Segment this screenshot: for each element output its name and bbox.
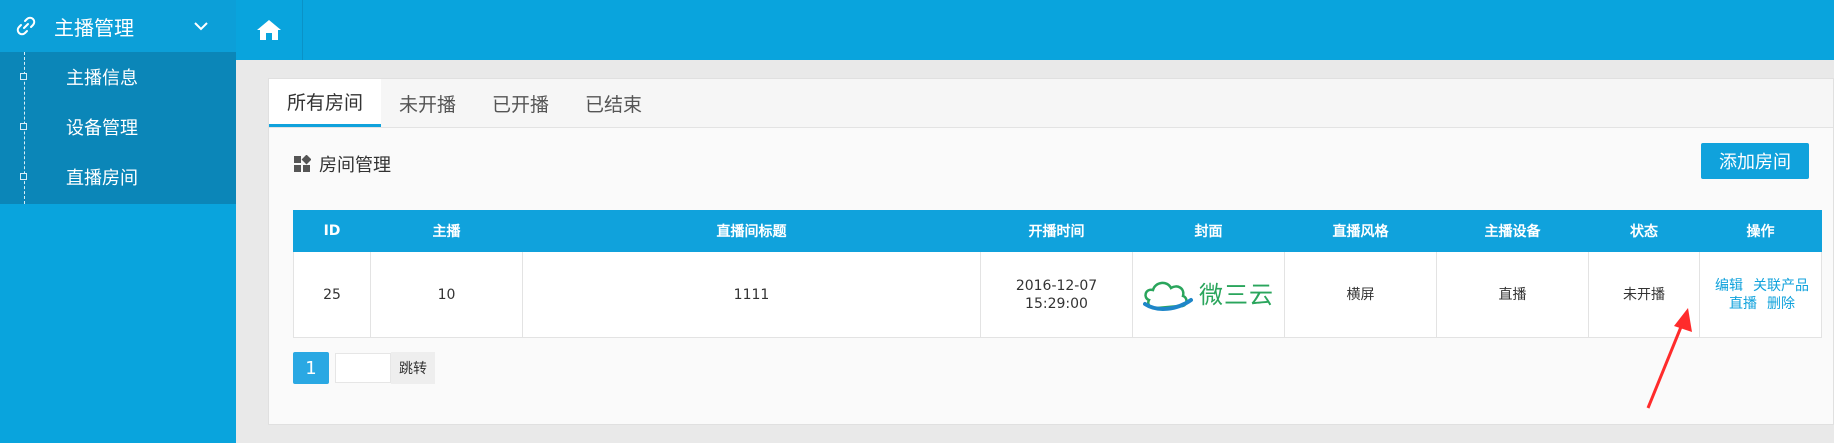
edit-link[interactable]: 编辑 — [1715, 278, 1743, 294]
sidebar-item-label: 主播信息 — [66, 68, 138, 89]
link-product-link[interactable]: 关联产品 — [1753, 278, 1809, 294]
column-header: 主播设备 — [1436, 210, 1589, 252]
chevron-down-icon — [192, 17, 210, 35]
cloud-logo-icon — [1143, 281, 1193, 311]
home-button[interactable] — [236, 0, 303, 60]
tree-node-icon — [20, 173, 27, 180]
cell-cover: 微三云 — [1132, 251, 1285, 338]
submenu: 主播信息 设备管理 直播房间 — [0, 52, 236, 204]
cell-title: 1111 — [522, 251, 981, 338]
tab-not-started[interactable]: 未开播 — [381, 79, 474, 127]
page-jump-input[interactable] — [335, 353, 391, 383]
rooms-table: ID 主播 直播间标题 开播时间 封面 直播风格 主播设备 状态 操作 25 1… — [293, 210, 1822, 338]
live-link[interactable]: 直播 — [1729, 296, 1757, 312]
sidebar-item-device-management[interactable]: 设备管理 — [0, 102, 236, 152]
column-header: ID — [293, 210, 371, 252]
tab-ended[interactable]: 已结束 — [567, 79, 660, 127]
column-header: 封面 — [1132, 210, 1285, 252]
column-header: 直播风格 — [1284, 210, 1437, 252]
column-header: 状态 — [1588, 210, 1700, 252]
sidebar: 主播管理 主播信息 设备管理 直播房间 — [0, 0, 236, 443]
start-time: 15:29:00 — [1025, 295, 1088, 312]
main-panel: 所有房间 未开播 已开播 已结束 房间管理 添加房间 ID 主播 直播间标题 开… — [268, 78, 1834, 425]
column-header: 操作 — [1699, 210, 1822, 252]
sidebar-item-label: 设备管理 — [66, 118, 138, 139]
column-header: 开播时间 — [980, 210, 1133, 252]
link-icon — [12, 12, 40, 40]
jump-button[interactable]: 跳转 — [391, 352, 435, 384]
pagination: 1 跳转 — [293, 352, 435, 384]
column-header: 直播间标题 — [522, 210, 981, 252]
column-header: 主播 — [370, 210, 523, 252]
tab-live[interactable]: 已开播 — [474, 79, 567, 127]
tab-bar: 所有房间 未开播 已开播 已结束 — [269, 79, 1833, 128]
tab-all-rooms[interactable]: 所有房间 — [269, 79, 382, 127]
sidebar-item-anchor-info[interactable]: 主播信息 — [0, 52, 236, 102]
section-header: 房间管理 — [293, 151, 391, 177]
grid-icon — [294, 155, 311, 172]
page-button-current[interactable]: 1 — [293, 352, 329, 384]
annotation-arrow-icon — [1646, 308, 1692, 409]
cell-id: 25 — [293, 251, 371, 338]
table-row: 25 10 1111 2016-12-07 15:29:00 微三云 横屏 直播… — [293, 251, 1822, 338]
cover-image: 微三云 — [1134, 278, 1283, 312]
top-header — [236, 0, 1834, 60]
tree-node-icon — [20, 73, 27, 80]
start-date: 2016-12-07 — [1015, 277, 1098, 294]
home-icon — [257, 20, 281, 40]
table-header-row: ID 主播 直播间标题 开播时间 封面 直播风格 主播设备 状态 操作 — [293, 210, 1822, 252]
cell-anchor: 10 — [370, 251, 523, 338]
add-room-button[interactable]: 添加房间 — [1701, 143, 1809, 179]
tree-node-icon — [20, 123, 27, 130]
section-title: 房间管理 — [319, 155, 391, 176]
menu-group-header[interactable]: 主播管理 — [0, 0, 236, 52]
delete-link[interactable]: 删除 — [1767, 296, 1795, 312]
sidebar-item-live-rooms[interactable]: 直播房间 — [0, 152, 236, 202]
menu-group-title: 主播管理 — [54, 15, 134, 40]
cover-brand-text: 微三云 — [1199, 280, 1274, 309]
cell-device: 直播 — [1436, 251, 1589, 338]
cell-style: 横屏 — [1284, 251, 1437, 338]
cell-start-time: 2016-12-07 15:29:00 — [980, 251, 1133, 338]
cell-actions: 编辑 关联产品 直播 删除 — [1699, 251, 1822, 338]
sidebar-item-label: 直播房间 — [66, 168, 138, 189]
